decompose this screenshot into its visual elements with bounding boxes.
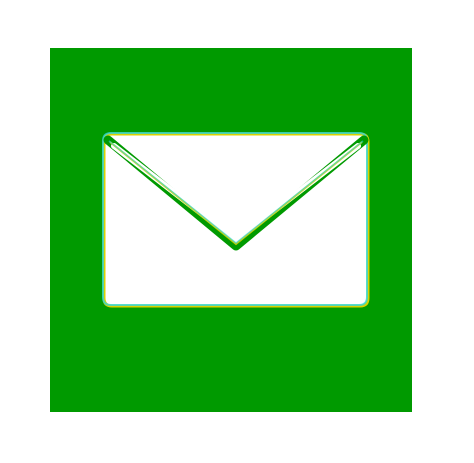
icon-canvas: [0, 0, 474, 463]
envelope-icon: [98, 128, 376, 314]
